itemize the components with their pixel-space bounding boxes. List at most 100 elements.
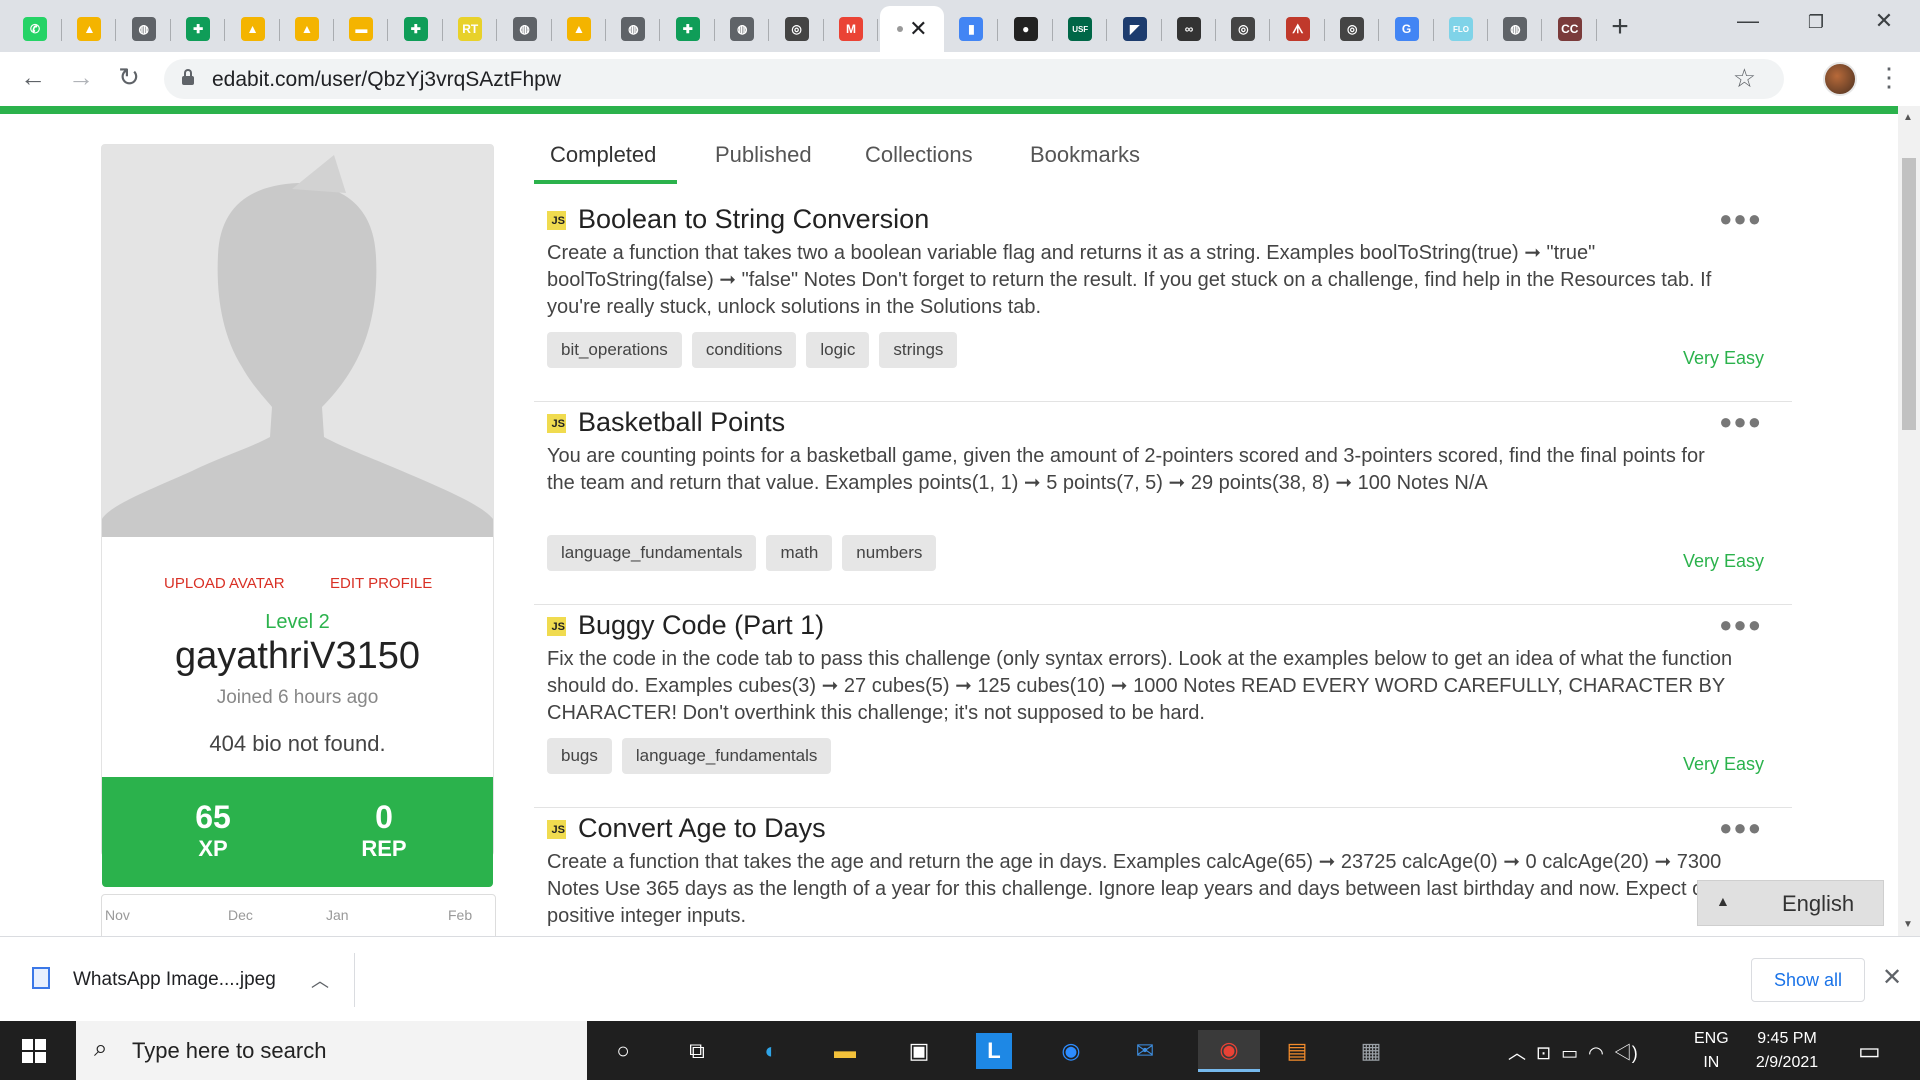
browser-tab[interactable]: CC xyxy=(1543,6,1597,52)
challenge-title[interactable]: Buggy Code (Part 1) xyxy=(578,610,824,641)
store-icon[interactable]: ▣ xyxy=(898,1030,940,1072)
system-clock[interactable]: 9:45 PM 2/9/2021 xyxy=(1745,1027,1829,1075)
browser-tab[interactable]: ◎ xyxy=(1216,6,1271,52)
tag-chip[interactable]: numbers xyxy=(842,535,937,571)
more-options-icon[interactable]: ●●● xyxy=(1719,409,1762,435)
edge-icon[interactable]: ◐ xyxy=(750,1030,792,1072)
close-tab-icon[interactable]: ✕ xyxy=(909,16,927,42)
tag-chip[interactable]: strings xyxy=(879,332,958,368)
browser-tab[interactable]: ◎ xyxy=(770,6,824,52)
calculator-icon[interactable]: ▦ xyxy=(1350,1030,1392,1072)
tag-chip[interactable]: logic xyxy=(806,332,870,368)
task-view-icon[interactable]: ⧉ xyxy=(676,1030,718,1072)
browser-tab[interactable]: ◍ xyxy=(606,6,661,52)
browser-tab[interactable]: ▮ xyxy=(944,6,999,52)
language-selector[interactable]: ▲ English xyxy=(1697,880,1884,926)
chrome-icon[interactable]: ◉ xyxy=(1198,1030,1260,1072)
rt-icon: RT xyxy=(458,17,483,41)
browser-tab[interactable]: ∞ xyxy=(1162,6,1216,52)
browser-tab-active[interactable]: ✕ xyxy=(880,6,945,52)
cortana-icon[interactable]: ○ xyxy=(602,1030,644,1072)
back-button[interactable]: ← xyxy=(16,62,50,93)
bookmark-star-icon[interactable]: ☆ xyxy=(1733,63,1756,94)
challenge-title[interactable]: Convert Age to Days xyxy=(578,813,826,844)
challenge-title[interactable]: Basketball Points xyxy=(578,407,785,438)
edit-profile-link[interactable]: EDIT PROFILE xyxy=(330,575,432,592)
tab-published[interactable]: Published xyxy=(715,142,812,184)
browser-tab[interactable]: ▲ xyxy=(226,6,280,52)
challenge-tags: language_fundamentals math numbers xyxy=(547,535,937,571)
browser-tab[interactable]: ◍ xyxy=(498,6,552,52)
tag-chip[interactable]: conditions xyxy=(691,332,797,368)
forward-button[interactable]: → xyxy=(64,62,98,93)
tab-bookmarks[interactable]: Bookmarks xyxy=(1030,142,1140,184)
browser-tab[interactable]: ✚ xyxy=(171,6,226,52)
browser-tab[interactable]: ◍ xyxy=(715,6,770,52)
scrollbar-thumb[interactable] xyxy=(1902,158,1916,430)
browser-tab-strip: ✆ ▲ ◍ ✚ ▲ ▲ ▬ ✚ RT ◍ ▲ ◍ ✚ ◍ ◎ M ✕ ▮ ● USF ◤ ∞ ◎ ᗑ ◎ G FLO ◍ CC + — … xyxy=(0,0,1920,52)
new-tab-button[interactable]: + xyxy=(1604,10,1636,44)
scroll-down-arrow-icon[interactable]: ▼ xyxy=(1903,919,1913,930)
input-language[interactable]: ENG IN xyxy=(1694,1027,1729,1075)
notification-icon[interactable]: ▭ xyxy=(1858,1037,1881,1066)
close-window-button[interactable]: ✕ xyxy=(1864,8,1904,34)
tag-chip[interactable]: bit_operations xyxy=(547,332,682,368)
browser-tab[interactable]: FLO xyxy=(1434,6,1488,52)
page-scrollbar[interactable]: ▲ ▼ xyxy=(1898,106,1920,936)
more-options-icon[interactable]: ●●● xyxy=(1719,612,1762,638)
challenge-title[interactable]: Boolean to String Conversion xyxy=(578,204,929,235)
google-icon: G xyxy=(1394,17,1419,41)
browser-tab[interactable]: ▬ xyxy=(334,6,389,52)
file-explorer-icon[interactable]: ▬ xyxy=(824,1030,866,1072)
tag-chip[interactable]: language_fundamentals xyxy=(547,535,757,571)
show-all-button[interactable]: Show all xyxy=(1751,958,1865,1002)
restore-button[interactable]: ❐ xyxy=(1796,12,1836,33)
taskbar-search-box[interactable]: ⌕ Type here to search xyxy=(76,1021,587,1080)
url-text[interactable]: edabit.com/user/QbzYj3vrqSAztFhpw xyxy=(212,68,561,92)
challenge-card[interactable]: JS Convert Age to Days ●●● Create a functio… xyxy=(534,807,1792,936)
browser-tab[interactable]: ✚ xyxy=(389,6,443,52)
browser-tab[interactable]: USF xyxy=(1053,6,1108,52)
browser-tab[interactable]: ◎ xyxy=(1325,6,1380,52)
tab-collections[interactable]: Collections xyxy=(865,142,973,184)
browser-tab[interactable]: ▲ xyxy=(280,6,334,52)
browser-tab[interactable]: ᗑ xyxy=(1271,6,1325,52)
browser-tab[interactable]: M xyxy=(824,6,878,52)
browser-tab[interactable]: ✚ xyxy=(661,6,715,52)
download-file-name[interactable]: WhatsApp Image....jpeg xyxy=(73,969,276,991)
close-download-bar-icon[interactable]: ✕ xyxy=(1882,963,1902,992)
minimize-button[interactable]: — xyxy=(1728,8,1768,34)
browser-tab[interactable]: ◍ xyxy=(117,6,171,52)
profile-avatar[interactable] xyxy=(1823,62,1857,96)
tag-chip[interactable]: language_fundamentals xyxy=(621,738,832,774)
upload-avatar-link[interactable]: UPLOAD AVATAR xyxy=(164,575,285,592)
tag-chip[interactable]: math xyxy=(766,535,833,571)
browser-tab[interactable]: ▲ xyxy=(552,6,606,52)
more-options-icon[interactable]: ●●● xyxy=(1719,206,1762,232)
reload-button[interactable]: ↻ xyxy=(112,62,146,93)
browser-tab[interactable]: RT xyxy=(443,6,498,52)
tab-completed[interactable]: Completed xyxy=(550,142,656,184)
challenge-card[interactable]: JS Basketball Points ●●● You are counting p… xyxy=(534,401,1792,605)
scroll-up-arrow-icon[interactable]: ▲ xyxy=(1903,112,1913,123)
browser-menu-icon[interactable]: ⋮ xyxy=(1876,62,1902,93)
browser-tab[interactable]: ◍ xyxy=(1488,6,1543,52)
browser-tab[interactable]: G xyxy=(1380,6,1434,52)
address-bar[interactable]: edabit.com/user/QbzYj3vrqSAztFhpw ☆ xyxy=(164,59,1784,99)
zoom-icon[interactable]: ◉ xyxy=(1050,1030,1092,1072)
browser-tab[interactable]: ▲ xyxy=(62,6,117,52)
profile-card: UPLOAD AVATAR EDIT PROFILE Level 2 gayat… xyxy=(101,144,494,887)
mail-icon[interactable]: ✉ xyxy=(1124,1030,1166,1072)
system-tray[interactable]: ︿ ⊡ ▭ ◠ ◁) xyxy=(1508,1039,1638,1065)
l-app-icon[interactable]: L xyxy=(976,1033,1012,1069)
tag-chip[interactable]: bugs xyxy=(547,738,612,774)
chevron-up-icon[interactable]: ︿ xyxy=(311,967,329,993)
browser-tab[interactable]: ◤ xyxy=(1108,6,1162,52)
challenge-card[interactable]: JS Buggy Code (Part 1) ●●● Fix the code in … xyxy=(534,604,1792,808)
notepad-icon[interactable]: ▤ xyxy=(1276,1030,1318,1072)
more-options-icon[interactable]: ●●● xyxy=(1719,815,1762,841)
browser-tab[interactable]: ✆ xyxy=(8,6,62,52)
windows-start-icon[interactable] xyxy=(22,1039,46,1063)
browser-tab[interactable]: ● xyxy=(999,6,1053,52)
challenge-card[interactable]: JS Boolean to String Conversion ●●● Create … xyxy=(534,198,1792,402)
